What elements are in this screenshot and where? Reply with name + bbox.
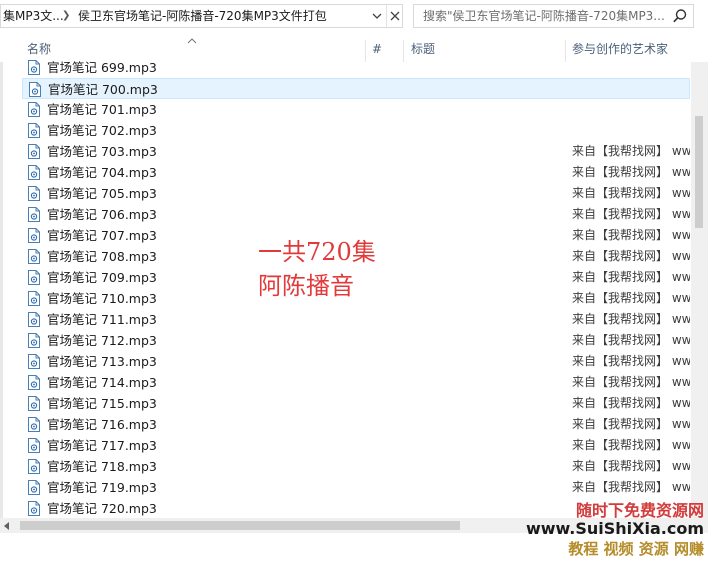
vertical-scrollbar-thumb[interactable]: [695, 116, 703, 228]
file-artist: 来自【我帮找网】 ww: [572, 207, 690, 221]
file-name: 官场笔记 700.mp3: [48, 82, 158, 97]
file-artist: 来自【我帮找网】 ww: [572, 144, 690, 158]
watermark-site-name: 随时下免费资源网: [575, 501, 704, 520]
file-row[interactable]: 官场笔记 702.mp3: [22, 120, 690, 141]
file-artist: 来自【我帮找网】 ww: [572, 480, 690, 494]
file-name: 官场笔记 712.mp3: [47, 333, 157, 348]
file-artist: 来自【我帮找网】 ww: [572, 396, 690, 410]
file-row[interactable]: 官场笔记 714.mp3 来自【我帮找网】 ww: [22, 372, 690, 393]
file-artist: 来自【我帮找网】 ww: [572, 417, 690, 431]
audio-file-icon: [28, 501, 40, 516]
audio-file-icon: [28, 354, 40, 369]
address-dropdown-chevron-icon[interactable]: [369, 5, 385, 27]
file-row[interactable]: 官场笔记 710.mp3 来自【我帮找网】 ww: [22, 288, 690, 309]
audio-file-icon: [28, 417, 40, 432]
file-name: 官场笔记 719.mp3: [47, 480, 157, 495]
audio-file-icon: [28, 144, 40, 159]
audio-file-icon: [28, 438, 40, 453]
audio-file-icon: [28, 60, 40, 75]
file-name: 官场笔记 701.mp3: [47, 102, 157, 117]
search-icon[interactable]: [672, 8, 688, 24]
audio-file-icon: [28, 291, 40, 306]
file-name: 官场笔记 713.mp3: [47, 354, 157, 369]
file-artist: 来自【我帮找网】 ww: [572, 270, 690, 284]
audio-file-icon: [28, 459, 40, 474]
scroll-left-arrow-icon[interactable]: [4, 522, 9, 530]
search-placeholder[interactable]: 搜索"侯卫东官场笔记-阿陈播音-720集MP3...: [423, 5, 665, 27]
file-artist: 来自【我帮找网】 ww: [572, 333, 690, 347]
file-row[interactable]: 官场笔记 713.mp3 来自【我帮找网】 ww: [22, 351, 690, 372]
file-row[interactable]: 官场笔记 718.mp3 来自【我帮找网】 ww: [22, 456, 690, 477]
file-name: 官场笔记 720.mp3: [47, 501, 157, 516]
file-name: 官场笔记 708.mp3: [47, 249, 157, 264]
audio-file-icon: [28, 375, 40, 390]
file-name: 官场笔记 706.mp3: [47, 207, 157, 222]
address-clear-close-icon[interactable]: [386, 5, 402, 27]
file-row[interactable]: 官场笔记 705.mp3 来自【我帮找网】 ww: [22, 183, 690, 204]
file-row[interactable]: 官场笔记 711.mp3 来自【我帮找网】 ww: [22, 309, 690, 330]
audio-file-icon: [28, 270, 40, 285]
file-artist: 来自【我帮找网】 ww: [572, 291, 690, 305]
file-name: 官场笔记 704.mp3: [47, 165, 157, 180]
file-name: 官场笔记 718.mp3: [47, 459, 157, 474]
audio-file-icon: [28, 228, 40, 243]
file-row[interactable]: 官场笔记 704.mp3 来自【我帮找网】 ww: [22, 162, 690, 183]
address-bar[interactable]: 集MP3文... ❯ 侯卫东官场笔记-阿陈播音-720集MP3文件打包: [0, 4, 403, 28]
sort-ascending-icon: [187, 33, 197, 44]
file-artist: 来自【我帮找网】 ww: [572, 375, 690, 389]
file-name: 官场笔记 703.mp3: [47, 144, 157, 159]
file-name: 官场笔记 710.mp3: [47, 291, 157, 306]
breadcrumb-chevron-icon[interactable]: ❯: [62, 5, 70, 27]
file-row[interactable]: 官场笔记 703.mp3 来自【我帮找网】 ww: [22, 141, 690, 162]
breadcrumb-current[interactable]: 侯卫东官场笔记-阿陈播音-720集MP3文件打包: [78, 5, 327, 27]
audio-file-icon: [28, 480, 40, 495]
file-name: 官场笔记 709.mp3: [47, 270, 157, 285]
file-row[interactable]: 官场笔记 716.mp3 来自【我帮找网】 ww: [22, 414, 690, 435]
watermark-url: www.SuiShiXia.com: [525, 519, 704, 538]
file-name: 官场笔记 711.mp3: [47, 312, 157, 327]
file-artist: 来自【我帮找网】 ww: [572, 354, 690, 368]
file-name: 官场笔记 699.mp3: [47, 60, 157, 75]
file-name: 官场笔记 702.mp3: [47, 123, 157, 138]
audio-file-icon: [28, 249, 40, 264]
file-artist: 来自【我帮找网】 ww: [572, 312, 690, 326]
audio-file-icon: [28, 102, 40, 117]
file-artist: 来自【我帮找网】 ww: [572, 228, 690, 242]
file-row[interactable]: 官场笔记 701.mp3: [22, 99, 690, 120]
file-artist: 来自【我帮找网】 ww: [572, 165, 690, 179]
file-row[interactable]: 官场笔记 715.mp3 来自【我帮找网】 ww: [22, 393, 690, 414]
file-artist: 来自【我帮找网】 ww: [572, 186, 690, 200]
audio-file-icon: [28, 207, 40, 222]
audio-file-icon: [28, 333, 40, 348]
annotation-episode-count: 一共720集: [258, 238, 376, 266]
file-row[interactable]: 官场笔记 699.mp3: [22, 57, 690, 78]
file-artist: 来自【我帮找网】 ww: [572, 438, 690, 452]
horizontal-scrollbar-thumb[interactable]: [20, 521, 460, 530]
file-artist: 来自【我帮找网】 ww: [572, 459, 690, 473]
file-name: 官场笔记 707.mp3: [47, 228, 157, 243]
file-row[interactable]: 官场笔记 717.mp3 来自【我帮找网】 ww: [22, 435, 690, 456]
annotation-narrator: 阿陈播音: [258, 272, 354, 300]
file-row[interactable]: 官场笔记 719.mp3 来自【我帮找网】 ww: [22, 477, 690, 498]
file-name: 官场笔记 715.mp3: [47, 396, 157, 411]
audio-file-icon: [28, 123, 40, 138]
audio-file-icon: [28, 165, 40, 180]
file-name: 官场笔记 717.mp3: [47, 438, 157, 453]
file-name: 官场笔记 714.mp3: [47, 375, 157, 390]
breadcrumb-parent[interactable]: 集MP3文...: [3, 5, 64, 27]
file-row[interactable]: 官场笔记 709.mp3 来自【我帮找网】 ww: [22, 267, 690, 288]
watermark-tagline: 教程 视频 资源 网赚: [568, 540, 704, 558]
file-row[interactable]: 官场笔记 706.mp3 来自【我帮找网】 ww: [22, 204, 690, 225]
file-row[interactable]: 官场笔记 700.mp3: [22, 78, 690, 99]
audio-file-icon: [28, 312, 40, 327]
file-artist: 来自【我帮找网】 ww: [572, 249, 690, 263]
file-name: 官场笔记 705.mp3: [47, 186, 157, 201]
audio-file-icon: [28, 186, 40, 201]
audio-file-icon: [29, 82, 41, 97]
search-box[interactable]: 搜索"侯卫东官场笔记-阿陈播音-720集MP3...: [413, 4, 694, 28]
audio-file-icon: [28, 396, 40, 411]
file-row[interactable]: 官场笔记 712.mp3 来自【我帮找网】 ww: [22, 330, 690, 351]
file-name: 官场笔记 716.mp3: [47, 417, 157, 432]
